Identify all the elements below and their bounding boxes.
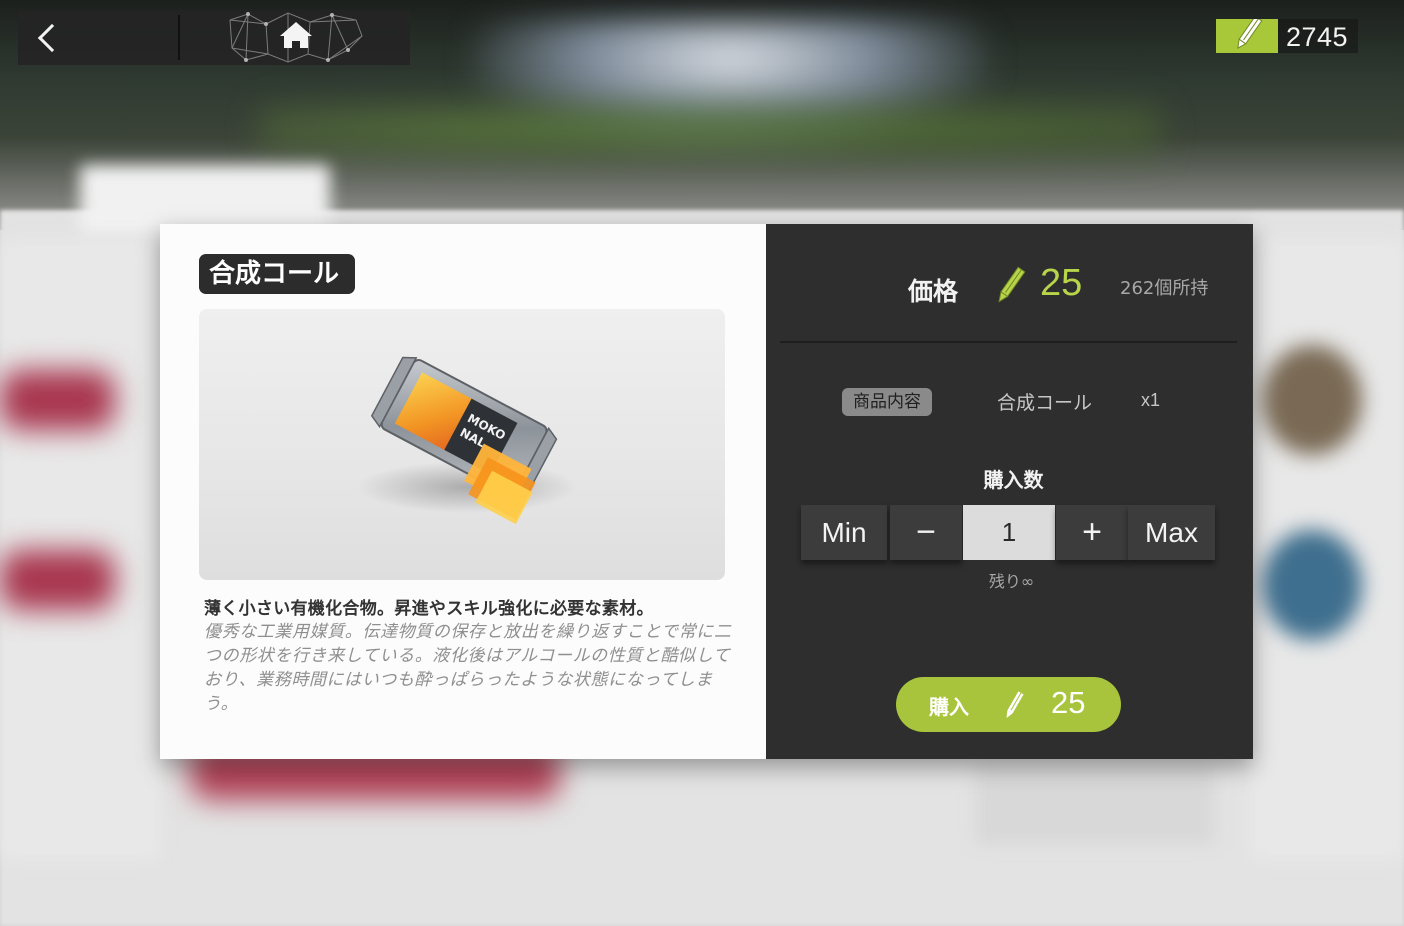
item-name-tag: 合成コール xyxy=(199,254,356,294)
max-button[interactable]: Max xyxy=(1128,505,1215,560)
item-image: MOKO NAL xyxy=(199,309,725,580)
back-button[interactable] xyxy=(18,10,178,65)
price-row: 価格 25 262個所持 xyxy=(766,262,1253,314)
currency-display: 2745 xyxy=(1216,15,1358,54)
contents-item-quantity: x1 xyxy=(1141,390,1161,410)
background-card-bottom xyxy=(975,760,1215,845)
currency-amount: 2745 xyxy=(1278,19,1358,53)
background-stripe xyxy=(0,370,115,430)
contents-badge: 商品内容 xyxy=(842,388,932,416)
purchase-dialog: 合成コール MOKO NAL 薄く小さい有機化合物。昇進やスキル強化に必要な素材… xyxy=(160,224,1253,759)
home-button[interactable] xyxy=(228,10,364,65)
price-value: 25 xyxy=(1040,262,1083,304)
package-contents-row: 商品内容 合成コール x1 xyxy=(766,386,1253,416)
increment-button[interactable]: + xyxy=(1056,505,1128,560)
pen-currency-icon xyxy=(998,266,1026,303)
quantity-input[interactable] xyxy=(963,505,1055,560)
purchase-panel: 価格 25 262個所持 商品内容 合成コール x1 購入数 Min − + M… xyxy=(766,224,1253,759)
buy-button-label: 購入 xyxy=(929,695,969,719)
background-stripe xyxy=(0,550,115,610)
item-flavor-text: 優秀な工業用媒質。伝達物質の保存と放出を繰り返すことで常に二つの形状を行き来して… xyxy=(204,622,732,714)
background-trees xyxy=(260,90,1160,170)
background-item-circle xyxy=(1262,530,1362,640)
remaining-stock: 残り∞ xyxy=(988,572,1035,591)
chevron-left-icon xyxy=(37,23,67,53)
home-icon xyxy=(229,12,363,63)
synthetic-coal-icon: MOKO NAL xyxy=(357,356,577,525)
buy-button[interactable]: 購入 25 xyxy=(896,677,1121,732)
min-button[interactable]: Min xyxy=(801,505,887,560)
currency-icon-box xyxy=(1216,15,1278,53)
nav-divider xyxy=(178,15,180,60)
background-item-circle xyxy=(1262,345,1362,455)
pen-currency-icon xyxy=(1006,691,1024,718)
divider xyxy=(780,341,1237,343)
decrement-button[interactable]: − xyxy=(890,505,962,560)
item-description: 薄く小さい有機化合物。昇進やスキル強化に必要な素材。 xyxy=(204,599,654,619)
item-detail-panel: 合成コール MOKO NAL 薄く小さい有機化合物。昇進やスキル強化に必要な素材… xyxy=(160,224,766,759)
pen-currency-icon xyxy=(1237,15,1263,50)
price-label: 価格 xyxy=(908,277,959,306)
buy-button-price: 25 xyxy=(1051,685,1086,720)
quantity-label: 購入数 xyxy=(983,468,1044,492)
contents-item-name: 合成コール xyxy=(997,392,1093,414)
top-nav xyxy=(18,10,410,65)
owned-count: 262個所持 xyxy=(1120,278,1209,299)
